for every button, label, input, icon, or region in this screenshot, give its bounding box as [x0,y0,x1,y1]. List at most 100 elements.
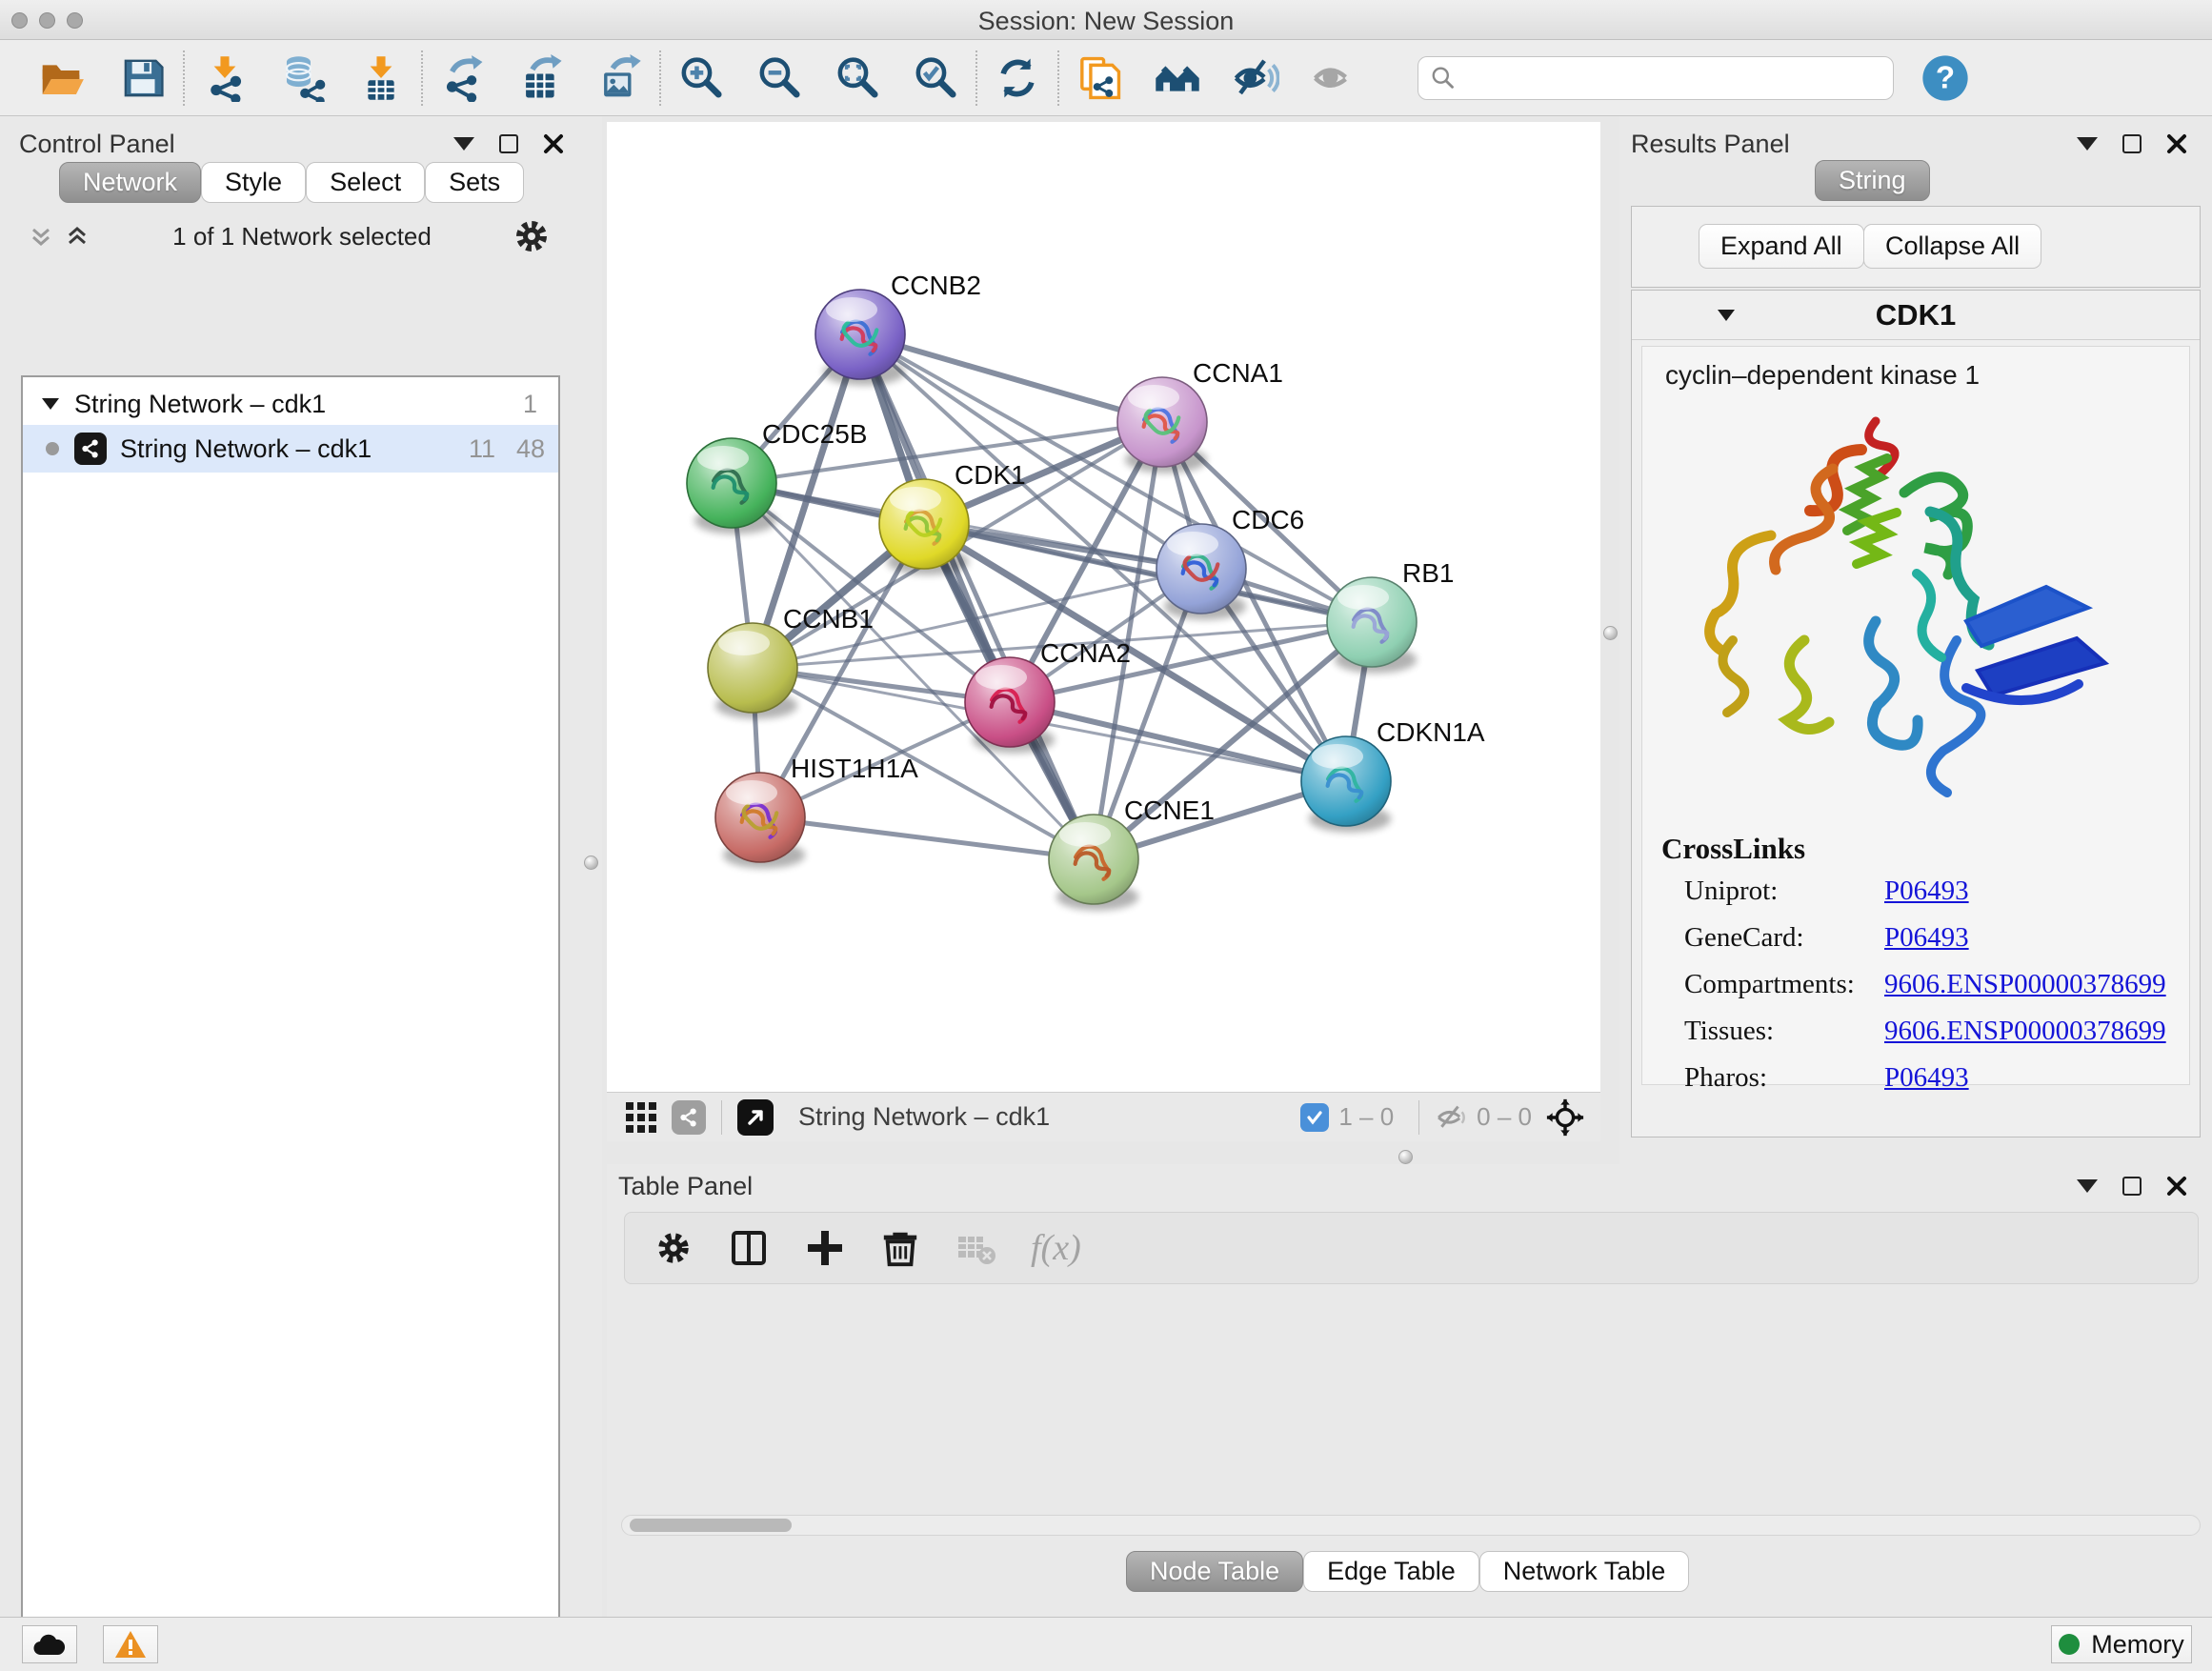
import-network-icon[interactable] [198,51,251,105]
table-options-gear-icon[interactable] [654,1228,694,1268]
crosslink-link[interactable]: P06493 [1884,1062,1969,1094]
add-column-icon[interactable] [804,1227,846,1269]
node-ccnb2[interactable]: CCNB2 [815,271,981,386]
results-panel-menu-icon[interactable] [2077,137,2098,151]
network-collection-row[interactable]: String Network – cdk1 1 [23,383,558,425]
network-row-selected[interactable]: String Network – cdk1 11 48 [23,425,558,473]
table-panel-close-icon[interactable] [2166,1176,2187,1197]
table-tab-edge-table[interactable]: Edge Table [1303,1551,1479,1592]
delete-column-icon[interactable] [880,1228,920,1268]
titlebar: Session: New Session [0,0,2212,40]
export-table-icon[interactable] [514,51,568,105]
center-view-crosshair-icon[interactable] [1545,1097,1585,1137]
control-panel-menu-icon[interactable] [453,137,474,151]
svg-text:?: ? [1936,60,1955,95]
crosslink-link[interactable]: P06493 [1884,922,1969,954]
tab-network[interactable]: Network [59,162,201,203]
table-tab-network-table[interactable]: Network Table [1479,1551,1690,1592]
crosslink-row: Uniprot:P06493 [1684,876,2189,907]
birdseye-navigator-icon[interactable] [737,1099,774,1136]
control-panel-close-icon[interactable] [543,133,564,154]
crosslink-link[interactable]: 9606.ENSP00000378699 [1884,969,2166,1000]
node-label-cdc25b: CDC25B [762,419,867,449]
results-panel-close-icon[interactable] [2166,133,2187,154]
search-icon [1430,64,1457,92]
zoom-selected-icon[interactable] [909,51,962,105]
tab-sets[interactable]: Sets [425,162,524,203]
node-ccna1[interactable]: CCNA1 [1117,358,1283,473]
export-image-icon[interactable] [593,51,646,105]
gene-collapse-triangle-icon[interactable] [1716,305,1737,326]
export-network-icon[interactable] [436,51,490,105]
crosslink-link[interactable]: P06493 [1884,876,1969,907]
node-hist1h1a[interactable]: HIST1H1A [715,754,918,869]
results-panel-float-icon[interactable] [2122,134,2142,153]
toolbar-search[interactable] [1418,56,1894,100]
home-neighbors-icon[interactable] [1151,51,1204,105]
cloud-button[interactable] [22,1625,77,1663]
collection-expand-triangle-icon[interactable] [40,393,61,414]
table-horizontal-scrollbar[interactable] [621,1515,2201,1536]
zoom-out-icon[interactable] [753,51,806,105]
help-icon[interactable]: ? [1919,51,1972,105]
tab-select[interactable]: Select [306,162,425,203]
network-options-gear-icon[interactable] [513,217,551,255]
selected-nodes-checkbox-icon[interactable] [1300,1103,1329,1132]
string-view-icon[interactable] [672,1100,706,1135]
network-canvas[interactable]: CCNB2CCNA1CDC25BCDK1CDC6RB1CCNB1CCNA2CDK… [607,122,1600,1092]
zoom-fit-icon[interactable] [831,51,884,105]
duplicate-network-icon[interactable] [1073,51,1126,105]
left-splitter-grip[interactable] [584,856,598,870]
warnings-button[interactable] [103,1625,158,1663]
crosslinks-title: CrossLinks [1661,832,2189,866]
open-file-icon[interactable] [34,51,88,105]
collapse-all-button[interactable]: Collapse All [1863,224,2041,269]
collection-label: String Network – cdk1 [74,390,326,419]
import-table-icon[interactable] [354,51,408,105]
node-label-cdk1: CDK1 [955,460,1026,490]
tab-style[interactable]: Style [201,162,306,203]
selected-count-label: 1 – 0 [1338,1102,1394,1132]
crosslink-label: GeneCard: [1684,922,1884,954]
node-cdkn1a[interactable]: CDKN1A [1301,717,1485,833]
edge-ccnb2-rb1[interactable] [860,334,1372,622]
scrollbar-thumb[interactable] [630,1519,792,1532]
hide-selected-eye-icon[interactable] [1229,51,1282,105]
search-input [1457,62,1881,93]
node-label-ccna1: CCNA1 [1193,358,1283,388]
gene-section-header[interactable]: CDK1 [1632,291,2200,340]
show-columns-icon[interactable] [728,1227,770,1269]
network-tree-header: 1 of 1 Network selected [21,215,560,257]
table-tab-node-table[interactable]: Node Table [1126,1551,1303,1592]
zoom-in-icon[interactable] [674,51,728,105]
node-rb1[interactable]: RB1 [1327,558,1454,674]
network-state-dot [46,442,59,455]
network-graph[interactable]: CCNB2CCNA1CDC25BCDK1CDC6RB1CCNB1CCNA2CDK… [607,122,1600,1092]
collapse-all-chevron-icon[interactable] [63,222,91,251]
import-network-database-icon[interactable] [276,51,330,105]
crosslink-link[interactable]: 9606.ENSP00000378699 [1884,1016,2166,1047]
function-builder-icon-disabled: f(x) [1031,1227,1081,1269]
save-session-icon[interactable] [116,51,170,105]
refresh-layout-icon[interactable] [991,51,1044,105]
protein-structure-image [1680,402,2128,821]
gene-details: cyclin–dependent kinase 1 [1641,346,2190,1085]
results-tab-string[interactable]: String [1815,160,1930,201]
control-panel-title: Control Panel [19,130,175,159]
memory-button[interactable]: Memory [2051,1625,2192,1663]
edge-hist1h1a-ccne1[interactable] [760,817,1094,859]
network-selected-status: 1 of 1 Network selected [91,222,513,252]
table-panel-float-icon[interactable] [2122,1177,2142,1196]
expand-all-chevron-icon[interactable] [27,222,55,251]
edge-ccna2-cdkn1a[interactable] [1010,702,1346,781]
horizontal-splitter-grip[interactable] [1398,1150,1413,1164]
table-panel: Table Panel f(x) shared namenamecanonica… [607,1164,2212,1617]
table-tabs: Node TableEdge TableNetwork Table [1126,1551,1689,1592]
grid-view-icon[interactable] [624,1100,658,1135]
control-panel: Control Panel NetworkStyleSelectSets 1 o… [0,116,602,1617]
control-panel-float-icon[interactable] [499,134,518,153]
right-splitter-grip[interactable] [1603,626,1618,640]
crosslink-label: Compartments: [1684,969,1884,1000]
table-panel-menu-icon[interactable] [2077,1179,2098,1193]
expand-all-button[interactable]: Expand All [1699,224,1864,269]
